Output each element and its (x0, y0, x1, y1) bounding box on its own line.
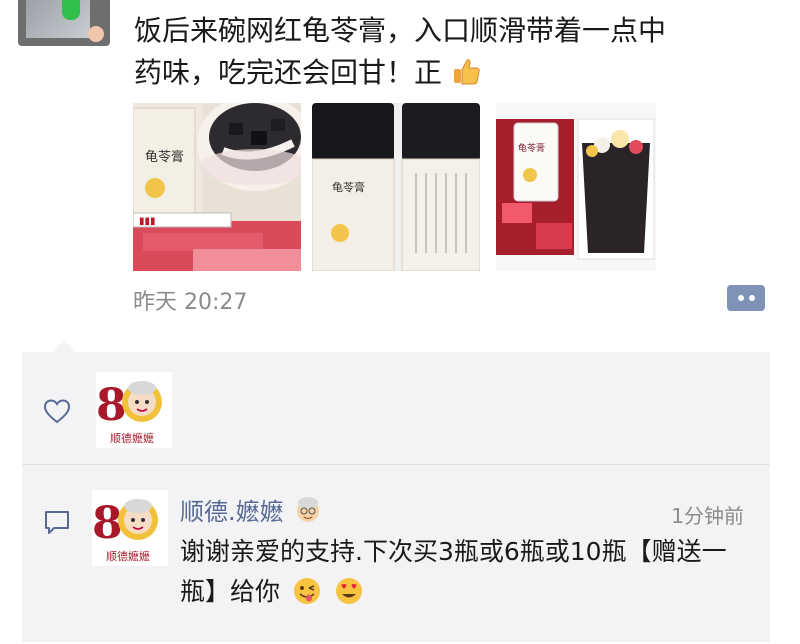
logo-text: 顺德嬷嬷 (106, 549, 150, 563)
commenter-avatar[interactable]: 8 顺德嬷嬷 (92, 490, 168, 566)
likes-comments-panel: 8 顺德嬷嬷 8 顺德嬷嬷 顺德.嬷嬷 1分钟前 谢谢亲爱的支持.下次买3瓶或6… (22, 340, 770, 642)
photo-thumbnail-2[interactable]: 龟苓膏 (312, 103, 480, 271)
logo-number: 8 (92, 498, 123, 549)
avatar-detail (62, 0, 80, 20)
comment-time: 1分钟前 (671, 504, 744, 528)
more-dots-icon (737, 295, 744, 301)
more-dots-icon (748, 295, 755, 301)
logo-text: 顺德嬷嬷 (110, 431, 154, 445)
post-text-line-2-text: 药味，吃完还会回甘！正 (134, 56, 443, 89)
jars-image: 龟苓膏 (312, 103, 480, 271)
jar-and-cup-image: 龟苓膏 (496, 103, 656, 271)
logo-number: 8 (96, 380, 127, 431)
comment-text: 谢谢亲爱的支持.下次买3瓶或6瓶或10瓶【赠送一瓶】给你 (180, 532, 760, 612)
thumbs-up-emoji (453, 59, 480, 85)
jar-label-2: 龟苓膏 (332, 180, 365, 194)
package-text-decor: ▮▮▮ (139, 216, 156, 227)
heart-eyes-emoji (335, 578, 362, 604)
heart-icon (43, 399, 71, 424)
post-text-line-2: 药味，吃完还会回甘！正 (134, 52, 774, 94)
jelly-bowl-image: 龟苓膏 ▮▮▮ (133, 103, 301, 271)
avatar-photo (26, 0, 90, 38)
post-text: 饭后来碗网红龟苓膏，入口顺滑带着一点中 药味，吃完还会回甘！正 (134, 10, 774, 94)
photo-thumbnail-1[interactable]: 龟苓膏 ▮▮▮ (133, 103, 301, 271)
liker-avatar[interactable]: 8 顺德嬷嬷 (96, 372, 172, 448)
commenter-name-text: 顺德.嬷嬷 (180, 498, 284, 526)
jar-label-3: 龟苓膏 (518, 142, 545, 154)
panel-divider (22, 464, 770, 465)
shunde-logo-avatar: 8 顺德嬷嬷 (92, 490, 168, 566)
post-text-line-1: 饭后来碗网红龟苓膏，入口顺滑带着一点中 (134, 14, 667, 47)
photo-thumbnail-3[interactable]: 龟苓膏 (496, 103, 656, 271)
shunde-logo-avatar: 8 顺德嬷嬷 (96, 372, 172, 448)
commenter-name[interactable]: 顺德.嬷嬷 (180, 492, 323, 527)
jar-label: 龟苓膏 (145, 149, 184, 165)
avatar-detail-hand (88, 26, 104, 42)
more-actions-button[interactable] (727, 285, 765, 311)
poster-avatar[interactable] (18, 0, 110, 46)
post-timestamp: 昨天 20:27 (133, 290, 248, 315)
moments-post: 饭后来碗网红龟苓膏，入口顺滑带着一点中 药味，吃完还会回甘！正 龟苓膏 ▮▮▮ … (0, 0, 800, 644)
winking-tongue-emoji (293, 578, 320, 604)
comment-text-body: 谢谢亲爱的支持.下次买3瓶或6瓶或10瓶【赠送一瓶】给你 (180, 537, 727, 606)
granny-emoji (297, 497, 320, 522)
comment-icon (45, 511, 69, 534)
